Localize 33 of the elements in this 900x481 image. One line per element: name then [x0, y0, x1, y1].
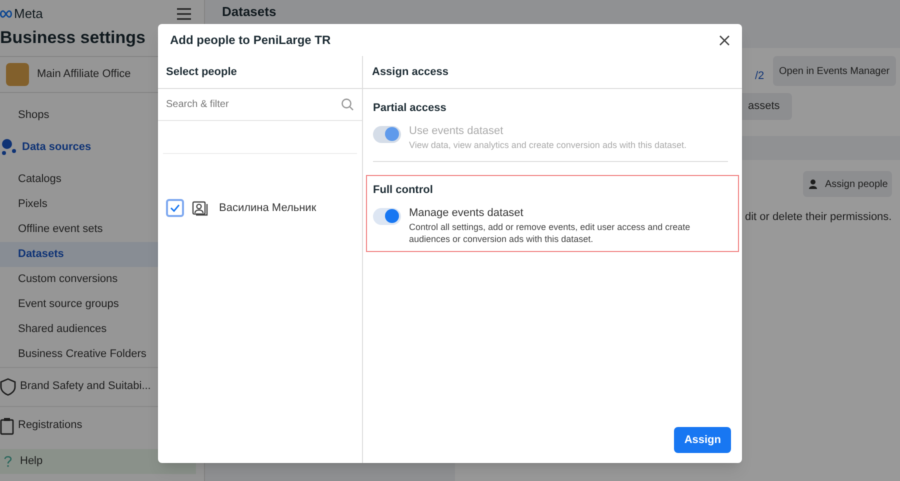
option-description: Control all settings, add or remove events, edit user access and create audiences or conversion ads with this dataset. [409, 221, 692, 245]
person-card-icon [192, 200, 208, 216]
help-icon [4, 456, 12, 466]
toggle-switch[interactable] [373, 208, 401, 224]
person-name: Василина Мельник [219, 200, 316, 216]
link[interactable]: /2 [755, 68, 764, 84]
assign-button[interactable]: Assign [674, 427, 731, 453]
logo-text: Meta [14, 5, 43, 23]
infinity-logo-icon [0, 10, 12, 18]
clipboard-icon [0, 416, 14, 434]
option-label: Use events dataset [409, 124, 504, 138]
option-label: Manage events dataset [409, 206, 524, 220]
person-icon [809, 179, 819, 189]
open-events-manager-button[interactable]: Open in Events Manager [773, 56, 896, 86]
column-header: Select people [158, 56, 362, 89]
checkbox[interactable] [166, 199, 184, 217]
menu-icon[interactable] [176, 6, 192, 21]
search-field[interactable]: Search & filter [166, 97, 316, 112]
section-heading: Partial access [373, 101, 448, 116]
page-title: Datasets [221, 3, 278, 20]
column-header: Assign access [363, 56, 742, 89]
shield-icon [0, 378, 16, 396]
data-sources-icon [0, 138, 18, 156]
close-icon[interactable] [719, 34, 730, 46]
sidebar-section[interactable]: Data sources [0, 128, 204, 166]
assign-people-button[interactable]: Assign people [803, 171, 892, 197]
search-icon [341, 98, 354, 111]
option-description: View data, view analytics and create conversion ads with this dataset. [409, 139, 686, 151]
description-text: dit or delete their permissions. [745, 210, 892, 225]
avatar [6, 62, 29, 86]
account-name: Main Affiliate Office [37, 66, 131, 82]
section-heading: Full control [373, 183, 434, 198]
check-icon [170, 204, 180, 212]
